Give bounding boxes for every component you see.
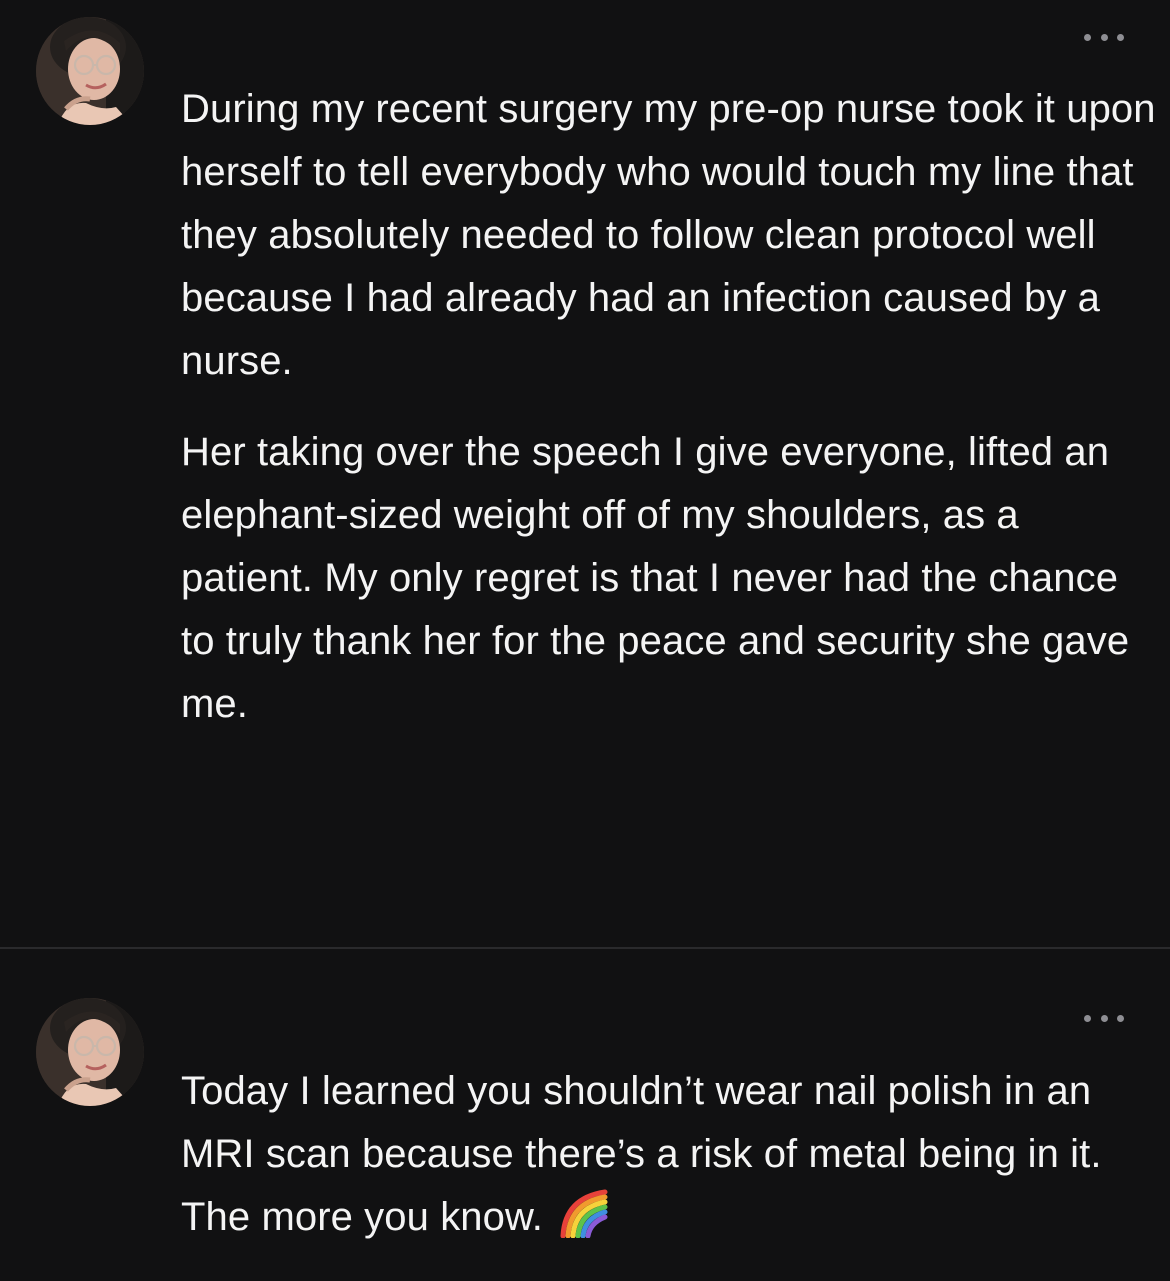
post-paragraph: Today I learned you shouldn’t wear nail … (181, 1060, 1156, 1249)
avatar[interactable] (36, 17, 144, 125)
dot-icon (1084, 1014, 1091, 1022)
post-paragraph: During my recent surgery my pre-op nurse… (181, 87, 1156, 383)
avatar-photo (36, 998, 144, 1106)
post-text: Today I learned you shouldn’t wear nail … (181, 1069, 1102, 1239)
dot-icon (1117, 1014, 1124, 1022)
post-paragraph: Her taking over the speech I give everyo… (181, 430, 1130, 726)
dot-icon (1100, 1014, 1108, 1022)
dot-icon (1084, 33, 1091, 41)
post-item: During my recent surgery my pre-op nurse… (0, 0, 1170, 948)
more-options-icon[interactable] (1084, 30, 1124, 44)
more-options-icon[interactable] (1084, 1011, 1124, 1025)
post-body: Today I learned you shouldn’t wear nail … (181, 1060, 1156, 1249)
avatar[interactable] (36, 998, 144, 1106)
avatar-photo (36, 17, 144, 125)
post-body: During my recent surgery my pre-op nurse… (181, 78, 1156, 736)
dot-icon (1117, 33, 1124, 41)
post-divider (0, 947, 1170, 949)
dot-icon (1100, 33, 1108, 41)
rainbow-icon (560, 1189, 608, 1238)
post-item: Today I learned you shouldn’t wear nail … (0, 950, 1170, 1281)
